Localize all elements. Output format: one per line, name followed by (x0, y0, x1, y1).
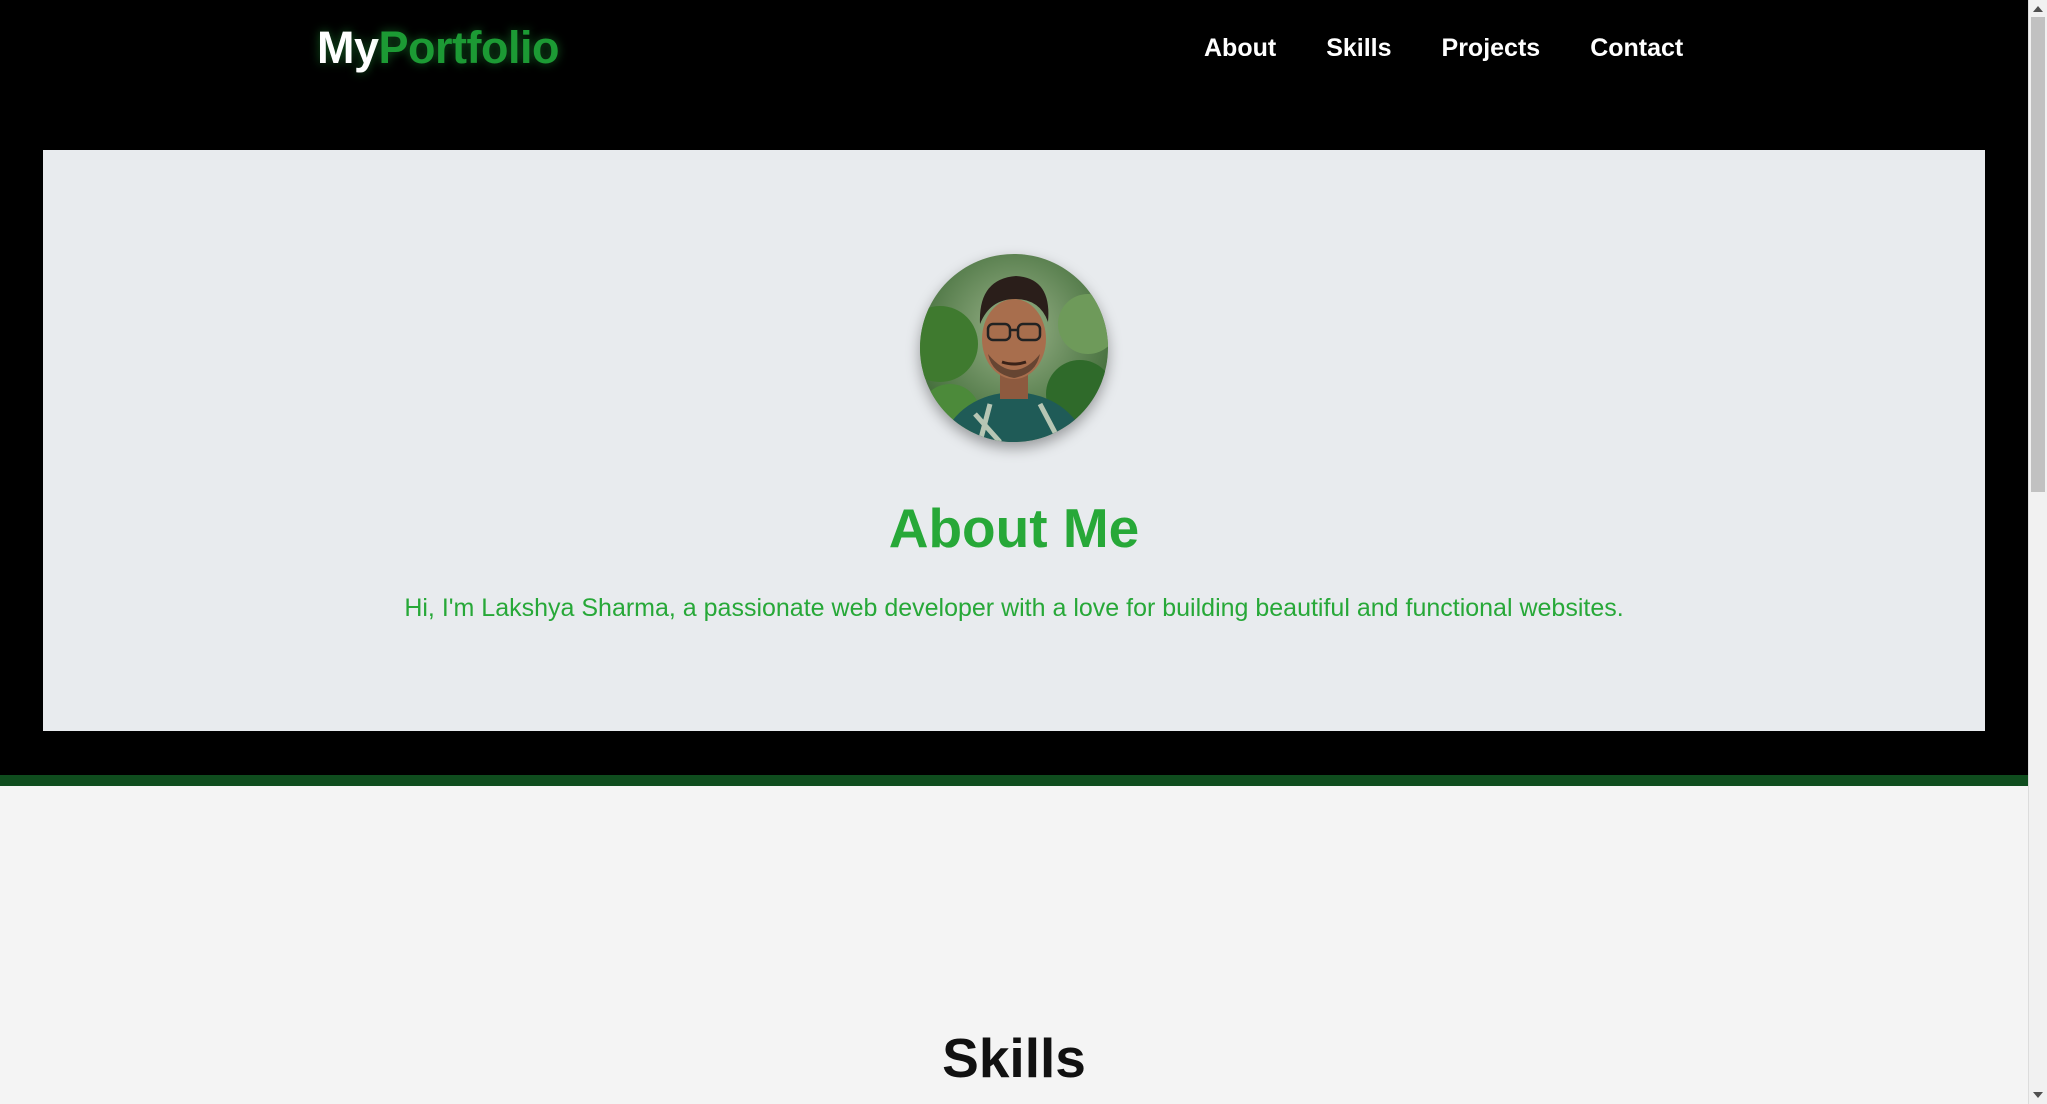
nav-about[interactable]: About (1204, 34, 1276, 63)
page: MyPortfolio About Skills Projects Contac… (0, 0, 2028, 1104)
section-divider (0, 775, 2028, 786)
about-card: About Me Hi, I'm Lakshya Sharma, a passi… (43, 150, 1985, 731)
logo[interactable]: MyPortfolio (317, 22, 559, 74)
about-description: Hi, I'm Lakshya Sharma, a passionate web… (404, 594, 1624, 622)
scroll-down-arrow-icon[interactable] (2033, 1092, 2043, 1098)
skills-title: Skills (942, 1027, 1086, 1089)
nav-projects[interactable]: Projects (1442, 34, 1541, 63)
main-nav: About Skills Projects Contact (1204, 34, 1733, 63)
about-section: About Me Hi, I'm Lakshya Sharma, a passi… (0, 103, 2028, 776)
site-header: MyPortfolio About Skills Projects Contac… (0, 0, 2028, 103)
skills-section: Skills (0, 786, 2028, 1104)
scroll-up-arrow-icon[interactable] (2033, 6, 2043, 12)
profile-photo (920, 254, 1108, 442)
scrollbar-thumb[interactable] (2031, 17, 2045, 492)
logo-portfolio: Portfolio (378, 22, 560, 73)
vertical-scrollbar[interactable] (2028, 0, 2047, 1104)
logo-my: My (317, 22, 379, 73)
about-title: About Me (888, 497, 1140, 559)
avatar (920, 254, 1108, 442)
nav-contact[interactable]: Contact (1590, 34, 1683, 63)
nav-skills[interactable]: Skills (1326, 34, 1391, 63)
